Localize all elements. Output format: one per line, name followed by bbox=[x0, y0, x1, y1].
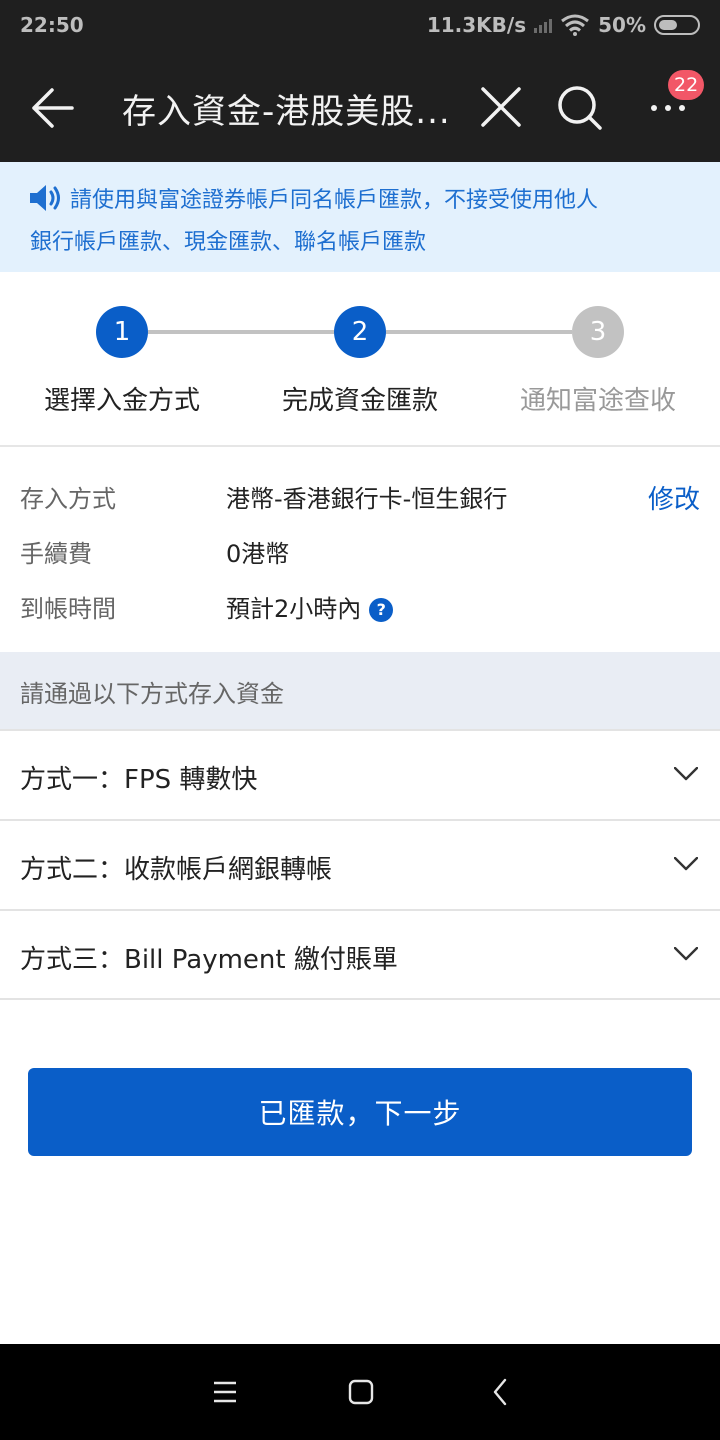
progress-stepper: 1 2 3 選擇入金方式 完成資金匯款 通知富途查收 bbox=[0, 272, 720, 447]
system-back-button[interactable] bbox=[480, 1372, 520, 1412]
nav-bar: 存入資金-港股美股... bbox=[0, 52, 720, 162]
search-button[interactable] bbox=[556, 84, 604, 132]
speaker-icon bbox=[30, 185, 60, 211]
page-title: 存入資金-港股美股... bbox=[122, 92, 451, 132]
step-1-circle: 1 bbox=[96, 306, 148, 358]
status-time: 22:50 bbox=[20, 13, 84, 37]
arrival-time-label: 到帳時間 bbox=[20, 595, 116, 623]
battery-fill bbox=[659, 20, 677, 30]
back-button[interactable] bbox=[28, 84, 76, 132]
method-item-bill-payment[interactable]: 方式三：Bill Payment 繳付賬單 bbox=[0, 909, 720, 999]
notice-banner: 請使用與富途證券帳戶同名帳戶匯款，不接受使用他人 銀行帳戶匯款、現金匯款、聯名帳… bbox=[0, 162, 720, 272]
wifi-icon bbox=[561, 14, 590, 36]
notification-badge: 22 bbox=[668, 70, 705, 100]
step-2-circle: 2 bbox=[334, 306, 386, 358]
notice-text-line1: 請使用與富途證券帳戶同名帳戶匯款，不接受使用他人 bbox=[70, 188, 599, 213]
battery-percent: 50% bbox=[598, 13, 646, 37]
search-icon bbox=[558, 86, 602, 130]
arrival-time-value: 預計2小時內 bbox=[226, 595, 362, 623]
chevron-down-icon bbox=[674, 767, 698, 781]
step-connector-1 bbox=[148, 330, 334, 334]
method-item-bank-transfer[interactable]: 方式二：收款帳戶網銀轉帳 bbox=[0, 819, 720, 909]
section-header: 請通過以下方式存入資金 bbox=[0, 652, 720, 729]
battery-icon bbox=[654, 15, 700, 35]
menu-icon bbox=[214, 1381, 236, 1403]
step-3-circle: 3 bbox=[572, 306, 624, 358]
more-icon bbox=[651, 105, 685, 111]
back-arrow-icon bbox=[32, 88, 74, 128]
system-back-icon bbox=[493, 1378, 507, 1406]
chevron-down-icon bbox=[674, 947, 698, 961]
fee-value: 0港幣 bbox=[226, 540, 290, 568]
network-speed: 11.3KB/s bbox=[426, 13, 527, 37]
close-button[interactable] bbox=[478, 84, 524, 130]
method-label: 方式一：FPS 轉數快 bbox=[20, 765, 258, 795]
notice-text-line2: 銀行帳戶匯款、現金匯款、聯名帳戶匯款 bbox=[30, 230, 427, 255]
home-icon bbox=[348, 1379, 374, 1405]
status-bar: 22:50 11.3KB/s 50% bbox=[0, 0, 720, 52]
help-icon[interactable]: ? bbox=[369, 598, 394, 622]
deposit-info: 存入方式 港幣-香港銀行卡-恒生銀行 修改 手續費 0港幣 到帳時間 預計2小時… bbox=[0, 449, 720, 652]
fee-label: 手續費 bbox=[20, 540, 92, 568]
edit-method-link[interactable]: 修改 bbox=[648, 479, 700, 516]
method-label: 方式二：收款帳戶網銀轉帳 bbox=[20, 855, 333, 885]
deposit-method-value: 港幣-香港銀行卡-恒生銀行 bbox=[226, 485, 508, 513]
section-header-text: 請通過以下方式存入資金 bbox=[20, 680, 284, 708]
divider bbox=[0, 998, 720, 1000]
step-3-label: 通知富途查收 bbox=[519, 386, 676, 416]
home-button[interactable] bbox=[341, 1372, 381, 1412]
method-label: 方式三：Bill Payment 繳付賬單 bbox=[20, 945, 398, 975]
close-icon bbox=[481, 87, 521, 127]
step-1-label: 選擇入金方式 bbox=[43, 386, 200, 416]
signal-icon bbox=[534, 17, 553, 33]
status-right: 11.3KB/s 50% bbox=[427, 13, 700, 37]
remitted-next-button[interactable]: 已匯款，下一步 bbox=[28, 1068, 692, 1156]
menu-button[interactable] bbox=[205, 1372, 245, 1412]
deposit-method-label: 存入方式 bbox=[20, 485, 116, 513]
method-item-fps[interactable]: 方式一：FPS 轉數快 bbox=[0, 729, 720, 819]
chevron-down-icon bbox=[674, 857, 698, 871]
arrival-time-row: 預計2小時內? bbox=[226, 589, 394, 624]
step-2-label: 完成資金匯款 bbox=[281, 386, 438, 416]
step-connector-2 bbox=[386, 330, 572, 334]
system-nav-bar bbox=[0, 1344, 720, 1440]
